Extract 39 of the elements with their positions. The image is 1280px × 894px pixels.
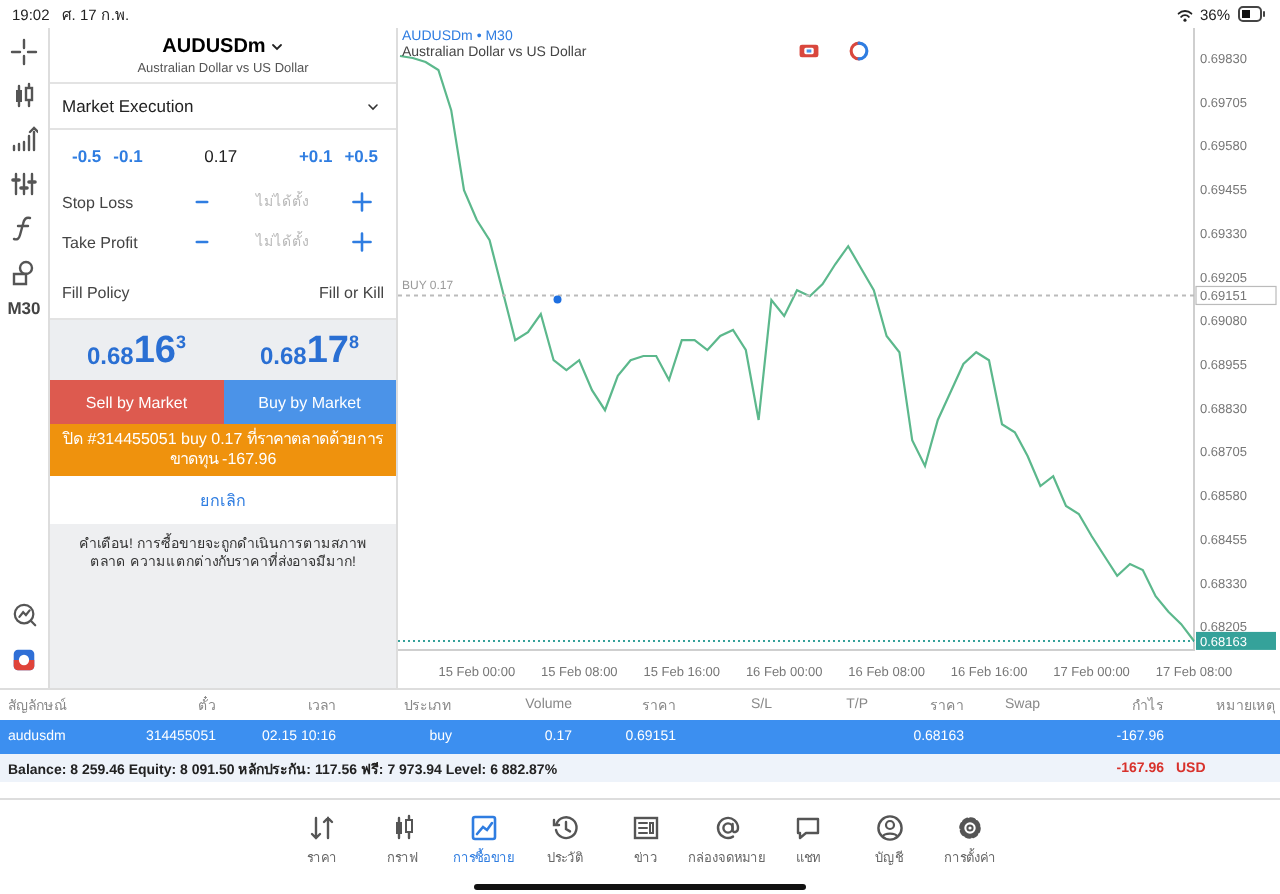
cancel-button[interactable]: ยกเลิก [200, 487, 246, 513]
analytics-icon[interactable] [11, 602, 37, 628]
trade-levels-icon[interactable] [848, 40, 870, 62]
line-chart-icon [470, 813, 498, 841]
chat-icon [794, 813, 822, 841]
volume-step-button[interactable]: -0.5 [66, 146, 108, 166]
sell-button[interactable]: Sell by Market [50, 380, 223, 424]
crosshair-icon[interactable] [10, 38, 38, 66]
chevron-down-icon [366, 99, 380, 113]
candlestick-icon[interactable] [10, 82, 38, 110]
buy-button[interactable]: Buy by Market [223, 380, 396, 424]
arrows-icon [308, 813, 336, 841]
wifi-icon [1175, 5, 1194, 23]
newspaper-icon [632, 813, 660, 841]
at-sign-icon [713, 813, 741, 841]
chevron-down-icon [269, 39, 284, 53]
app-icon[interactable] [12, 648, 36, 672]
timeframe-button[interactable]: M30 [7, 298, 41, 318]
fill-policy-value[interactable]: Fill or Kill [319, 283, 384, 301]
volume-field[interactable]: 0.17 [148, 146, 293, 166]
indicators-icon[interactable] [10, 126, 38, 154]
battery-icon [1236, 0, 1268, 28]
field-label: Take Profit [62, 233, 140, 251]
volume-step-button[interactable]: +0.5 [338, 146, 384, 166]
volume-step-button[interactable]: +0.1 [292, 146, 339, 166]
plus-icon[interactable] [350, 230, 374, 254]
execution-dropdown[interactable]: Market Execution [50, 84, 396, 130]
sliders-icon[interactable] [10, 170, 38, 198]
one-click-trading-icon[interactable] [798, 40, 820, 62]
history-icon [551, 813, 579, 841]
field-label: Stop Loss [62, 193, 136, 211]
account-icon [875, 813, 903, 841]
plus-icon[interactable] [350, 190, 374, 214]
entry-marker [553, 295, 562, 304]
objects-icon[interactable] [10, 258, 38, 286]
settings-icon [956, 813, 984, 841]
symbol-selector[interactable]: AUDUSDm [162, 35, 284, 57]
volume-step-button[interactable]: -0.1 [107, 146, 149, 166]
field-label: Fill Policy [62, 283, 130, 301]
